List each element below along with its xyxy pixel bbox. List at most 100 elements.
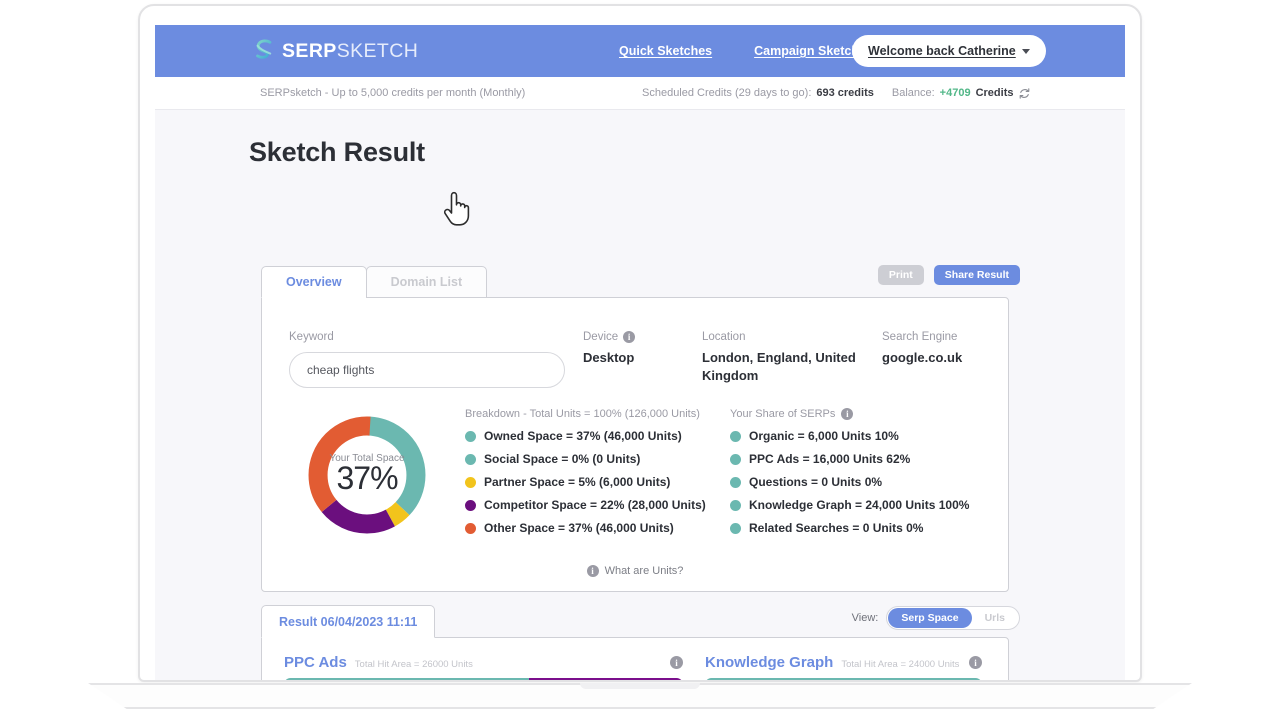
legend-label-questions: Questions = 0 Units 0% (749, 475, 883, 489)
hit-area-bar-ppc-ads: 16000 Units 10000 Units (284, 678, 683, 680)
nav-link-quick-sketches[interactable]: Quick Sketches (619, 44, 712, 58)
legend-dot-knowledge-graph (730, 499, 741, 511)
legend-label-competitor-space: Competitor Space = 22% (28,000 Units) (484, 498, 706, 512)
legend-dot-competitor-space (465, 499, 476, 511)
breakdown-legend: Breakdown - Total Units = 100% (126,000 … (465, 408, 735, 535)
keyword-label: Keyword (289, 331, 334, 343)
legend-label-ppc-ads: PPC Ads = 16,000 Units 62% (749, 452, 911, 466)
legend-label-other-space: Other Space = 37% (46,000 Units) (484, 521, 674, 535)
top-navigation-bar: SERPSKETCH Quick Sketches Campaign Sketc… (155, 25, 1125, 77)
legend-item: PPC Ads = 16,000 Units 62% (730, 452, 990, 466)
plan-label: SERPsketch - Up to 5,000 credits per mon… (260, 87, 526, 99)
hit-segment-owned: 24000 Units (705, 678, 982, 680)
shares-heading-text: Your Share of SERPs (730, 408, 836, 420)
legend-item: Social Space = 0% (0 Units) (465, 452, 735, 466)
tab-result-timestamp[interactable]: Result 06/04/2023 11:11 (261, 605, 436, 638)
view-segmented-control: Serp Space Urls (886, 606, 1020, 630)
legend-item: Owned Space = 37% (46,000 Units) (465, 429, 735, 443)
search-engine-field-group: Search Engine google.co.uk (882, 331, 1002, 367)
legend-item: Other Space = 37% (46,000 Units) (465, 521, 735, 535)
user-account-label: Welcome back Catherine (868, 44, 1016, 58)
legend-label-knowledge-graph: Knowledge Graph = 24,000 Units 100% (749, 498, 970, 512)
legend-item: Knowledge Graph = 24,000 Units 100% (730, 498, 990, 512)
brand-name-bold: SERP (282, 39, 337, 62)
info-icon[interactable]: i (969, 656, 982, 669)
panel-subtitle-knowledge-graph: Total Hit Area = 24000 Units (841, 659, 960, 670)
keyword-field-group: Keyword (289, 331, 579, 388)
donut-svg (308, 416, 426, 534)
legend-label-owned-space: Owned Space = 37% (46,000 Units) (484, 429, 682, 443)
panel-knowledge-graph: Knowledge Graph Total Hit Area = 24000 U… (705, 654, 982, 680)
search-engine-label: Search Engine (882, 331, 958, 343)
panel-subtitle-ppc-ads: Total Hit Area = 26000 Units (354, 659, 473, 670)
print-button[interactable]: Print (877, 265, 924, 285)
legend-dot-questions (730, 476, 741, 488)
serpsketch-s-logo-icon (256, 39, 272, 59)
legend-dot-organic (730, 430, 741, 442)
legend-item: Organic = 6,000 Units 10% (730, 429, 990, 443)
info-icon: i (586, 565, 599, 577)
result-card: PPC Ads Total Hit Area = 26000 Units i 1… (261, 637, 1009, 680)
tab-overview[interactable]: Overview (261, 266, 367, 298)
brand-logo[interactable]: SERPSKETCH (253, 38, 418, 64)
balance-label: Balance: (891, 87, 935, 99)
breakdown-heading: Breakdown - Total Units = 100% (126,000 … (465, 408, 700, 420)
what-are-units-link[interactable]: i What are Units? (262, 565, 1008, 577)
refresh-icon[interactable] (1018, 87, 1031, 100)
legend-dot-related-searches (730, 522, 741, 534)
shares-heading: Your Share of SERPs i (730, 408, 990, 420)
view-option-serp-space[interactable]: Serp Space (888, 608, 972, 628)
legend-item: Questions = 0 Units 0% (730, 475, 990, 489)
total-space-donut-chart: Your Total Space 37% (291, 407, 443, 543)
credits-summary: Scheduled Credits (29 days to go): 693 c… (642, 87, 1031, 100)
legend-label-social-space: Social Space = 0% (0 Units) (484, 452, 641, 466)
hit-area-bar-knowledge-graph: 24000 Units (705, 678, 982, 680)
legend-label-partner-space: Partner Space = 5% (6,000 Units) (484, 475, 671, 489)
scheduled-credits-value: 693 credits (816, 87, 874, 99)
panel-header: Knowledge Graph Total Hit Area = 24000 U… (705, 654, 982, 671)
share-result-button[interactable]: Share Result (933, 265, 1020, 285)
legend-dot-ppc-ads (730, 453, 741, 465)
laptop-notch (580, 683, 700, 689)
hit-segment-competitor: 10000 Units (529, 678, 683, 680)
location-label: Location (702, 331, 746, 343)
page-content: Sketch Result Overview Domain List Print… (155, 110, 1125, 680)
view-label: View: (851, 612, 879, 624)
device-value: Desktop (583, 350, 635, 365)
legend-item: Partner Space = 5% (6,000 Units) (465, 475, 735, 489)
location-value: London, England, United Kingdom (702, 350, 856, 383)
panel-title-knowledge-graph: Knowledge Graph (705, 654, 834, 671)
credits-bar: SERPsketch - Up to 5,000 credits per mon… (155, 77, 1125, 110)
device-label: Device i (583, 331, 673, 343)
legend-dot-owned-space (465, 430, 476, 442)
panel-title-ppc-ads: PPC Ads (284, 654, 347, 671)
brand-name-light: SKETCH (336, 39, 419, 62)
keyword-input[interactable] (289, 352, 565, 388)
legend-label-organic: Organic = 6,000 Units 10% (749, 429, 899, 443)
legend-item: Competitor Space = 22% (28,000 Units) (465, 498, 735, 512)
info-icon[interactable]: i (841, 408, 854, 420)
user-account-menu[interactable]: Welcome back Catherine (852, 35, 1046, 67)
legend-label-related-searches: Related Searches = 0 Units 0% (749, 521, 924, 535)
panel-header: PPC Ads Total Hit Area = 26000 Units i (284, 654, 683, 671)
info-icon[interactable]: i (623, 331, 636, 343)
brand-name: SERPSKETCH (282, 40, 418, 63)
overview-tabs: Overview Domain List (261, 266, 488, 298)
info-icon[interactable]: i (670, 656, 683, 669)
nav-links: Quick Sketches Campaign Sketches (619, 44, 873, 58)
legend-dot-partner-space (465, 476, 476, 488)
chevron-down-icon (1021, 48, 1030, 54)
what-are-units-label: What are Units? (604, 565, 684, 577)
view-toggle-group: View: Serp Space Urls (852, 606, 1020, 630)
legend-dot-other-space (465, 522, 476, 534)
result-panels: PPC Ads Total Hit Area = 26000 Units i 1… (262, 638, 1008, 680)
page-title: Sketch Result (249, 137, 425, 167)
view-option-urls[interactable]: Urls (972, 608, 1018, 628)
legend-item: Related Searches = 0 Units 0% (730, 521, 990, 535)
device-label-text: Device (583, 331, 619, 343)
search-engine-value: google.co.uk (882, 350, 963, 365)
overview-card: Keyword Device i Desktop Location London… (261, 297, 1009, 592)
legend-dot-social-space (465, 453, 476, 465)
tab-domain-list[interactable]: Domain List (365, 266, 488, 298)
balance-value: +4709 (939, 87, 971, 99)
